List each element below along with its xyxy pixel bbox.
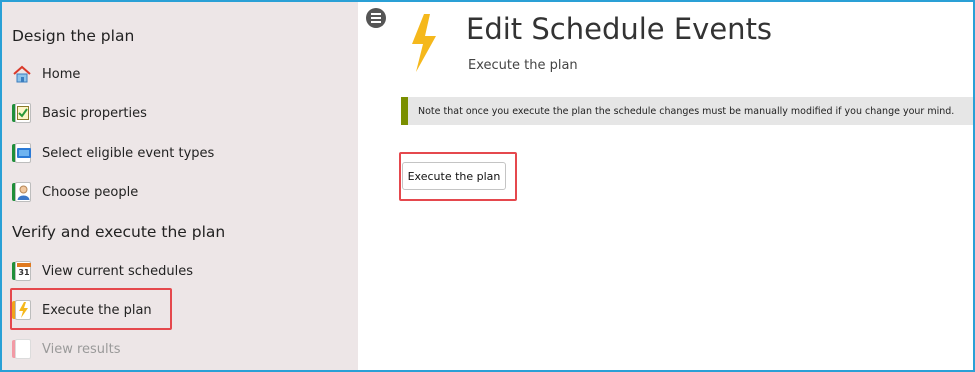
home-icon — [13, 65, 31, 83]
sidebar: Design the plan Home Basic properties Se… — [2, 2, 358, 370]
sidebar-item-choose-people[interactable]: Choose people — [12, 178, 138, 206]
selected-item-highlight — [10, 288, 172, 330]
section-title-design: Design the plan — [12, 27, 135, 45]
section-title-verify: Verify and execute the plan — [12, 223, 226, 241]
lightning-icon — [412, 14, 436, 72]
sidebar-item-home[interactable]: Home — [12, 60, 80, 88]
card-icon — [12, 143, 32, 163]
execute-button-highlight — [399, 152, 517, 201]
main-content: Edit Schedule Events Execute the plan No… — [358, 2, 973, 370]
note-text: Note that once you execute the plan the … — [418, 105, 955, 117]
page-title: Edit Schedule Events — [466, 12, 773, 46]
sidebar-item-view-schedules[interactable]: 31 View current schedules — [12, 257, 193, 285]
sidebar-item-event-types[interactable]: Select eligible event types — [12, 139, 214, 167]
person-icon — [12, 182, 32, 202]
sidebar-item-view-results[interactable]: View results — [12, 335, 121, 363]
sidebar-item-basic-properties[interactable]: Basic properties — [12, 99, 147, 127]
info-note: Note that once you execute the plan the … — [401, 97, 973, 125]
sidebar-item-label: Select eligible event types — [42, 145, 215, 161]
sidebar-item-label: Basic properties — [42, 105, 147, 121]
menu-icon[interactable] — [366, 8, 386, 28]
clipboard-icon — [12, 103, 32, 123]
sidebar-item-label: Home — [42, 66, 81, 82]
page-subtitle: Execute the plan — [468, 58, 578, 73]
sidebar-item-label: View current schedules — [42, 263, 194, 279]
page-icon — [12, 339, 32, 359]
sidebar-item-label: Choose people — [42, 184, 139, 200]
sidebar-item-label: View results — [42, 341, 121, 357]
calendar-icon: 31 — [12, 261, 32, 281]
